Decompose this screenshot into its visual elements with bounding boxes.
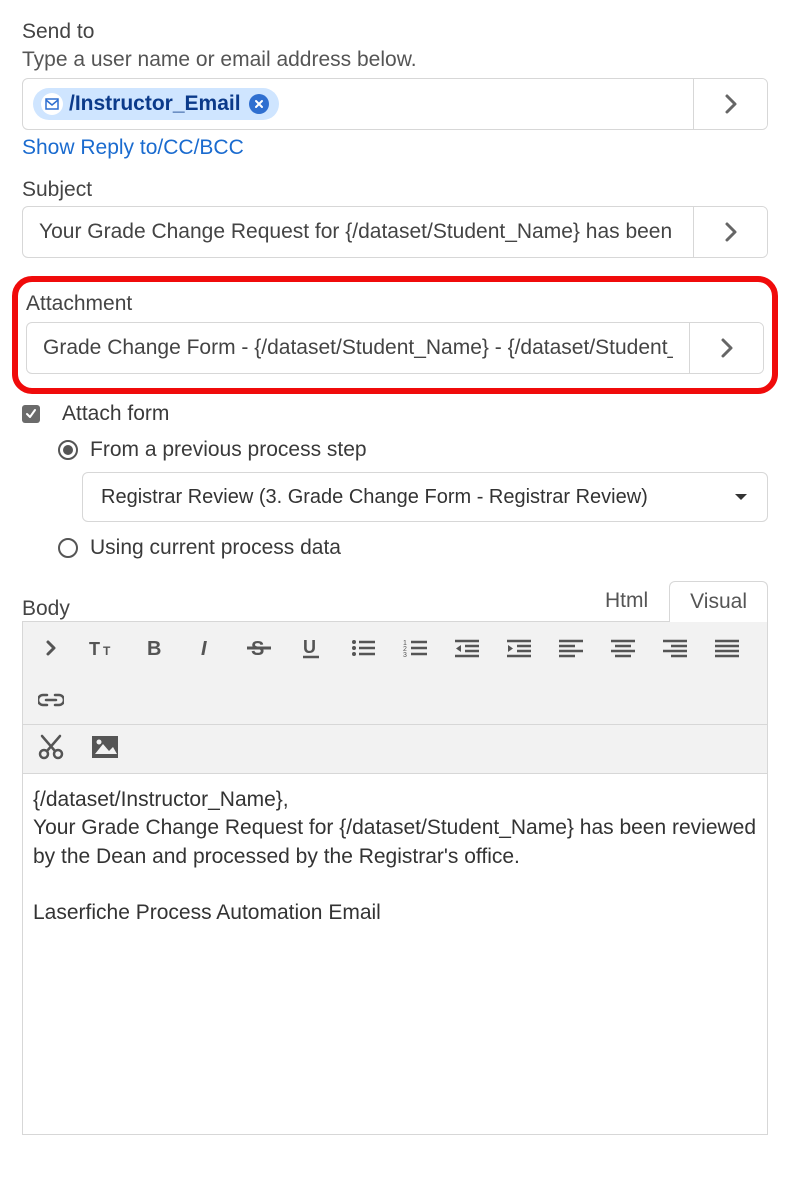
svg-text:3: 3 [403,652,407,658]
font-size-icon: TT [89,637,117,659]
underline-button[interactable]: U [295,632,327,664]
cut-button[interactable] [35,731,67,763]
outdent-icon [455,638,479,658]
link-icon [38,693,64,707]
radio-previous-step-row: From a previous process step [58,438,768,462]
editor-body[interactable]: {/dataset/Instructor_Name}, Your Grade C… [23,774,767,1134]
strikethrough-icon: S [247,637,271,659]
close-icon[interactable] [249,94,269,114]
bullet-list-icon [351,638,375,658]
send-to-block: Send to Type a user name or email addres… [22,20,768,160]
attach-form-checkbox-row: Attach form [22,402,768,426]
subject-input[interactable] [33,207,683,257]
numbered-list-button[interactable]: 123 [399,632,431,664]
italic-button[interactable]: I [191,632,223,664]
chevron-right-icon [45,638,57,658]
mail-icon [41,93,63,115]
attachment-input[interactable] [37,323,679,373]
subject-input-row [22,206,768,258]
strikethrough-button[interactable]: S [243,632,275,664]
radio-current-data-label: Using current process data [90,536,341,560]
align-justify-button[interactable] [711,632,743,664]
body-label: Body [22,597,70,621]
radio-previous-step[interactable] [58,440,78,460]
body-tabs: Html Visual [584,580,768,621]
recipient-chip-label: /Instructor_Email [69,92,241,116]
editor-toolbar: TT B I S U 123 [23,622,767,725]
body-line-3: Laserfiche Process Automation Email [33,899,757,927]
align-center-button[interactable] [607,632,639,664]
tab-html[interactable]: Html [584,580,669,621]
body-line-1: {/dataset/Instructor_Name}, [33,786,757,814]
image-icon [91,735,119,759]
bold-button[interactable]: B [139,632,171,664]
body-header: Body Html Visual [22,580,768,621]
attachment-highlight-frame: Attachment [12,276,778,394]
chevron-right-icon [724,221,738,243]
body-line-2: Your Grade Change Request for {/dataset/… [33,814,757,871]
radio-current-data-row: Using current process data [58,536,768,560]
svg-text:T: T [103,644,111,658]
svg-text:U: U [303,637,316,657]
underline-icon: U [301,636,321,660]
link-button[interactable] [35,684,67,716]
svg-text:B: B [147,638,161,659]
align-left-button[interactable] [555,632,587,664]
attachment-label: Attachment [26,292,764,316]
bold-icon: B [145,637,165,659]
expand-toolbar-button[interactable] [35,632,67,664]
chevron-right-icon [720,337,734,359]
send-to-label: Send to [22,20,768,44]
body-editor: TT B I S U 123 {/dataset/Instructor_Name… [22,621,768,1135]
previous-step-select[interactable]: Registrar Review (3. Grade Change Form -… [82,472,768,522]
attachment-input-row [26,322,764,374]
image-button[interactable] [89,731,121,763]
numbered-list-icon: 123 [403,638,427,658]
subject-block: Subject [22,178,768,258]
attach-form-checkbox-label: Attach form [62,402,169,426]
align-left-icon [559,638,583,658]
show-reply-link[interactable]: Show Reply to/CC/BCC [22,136,244,160]
align-right-icon [663,638,687,658]
outdent-button[interactable] [451,632,483,664]
align-right-button[interactable] [659,632,691,664]
send-to-input[interactable]: /Instructor_Email [23,79,693,129]
radio-previous-step-label: From a previous process step [90,438,367,462]
scissors-icon [38,734,64,760]
subject-expand-button[interactable] [693,207,767,257]
subject-label: Subject [22,178,768,202]
bullet-list-button[interactable] [347,632,379,664]
send-to-expand-button[interactable] [693,79,767,129]
send-to-input-row: /Instructor_Email [22,78,768,130]
chevron-right-icon [724,93,738,115]
attachment-expand-button[interactable] [689,323,763,373]
editor-toolbar-row2 [23,725,767,774]
caret-down-icon [733,492,749,502]
previous-step-select-value: Registrar Review (3. Grade Change Form -… [101,486,648,509]
recipient-chip[interactable]: /Instructor_Email [33,88,279,120]
align-center-icon [611,638,635,658]
align-justify-icon [715,638,739,658]
svg-text:I: I [201,638,207,659]
tab-visual[interactable]: Visual [669,581,768,622]
svg-text:T: T [89,639,100,659]
italic-icon: I [197,637,217,659]
send-to-help: Type a user name or email address below. [22,48,768,72]
attach-form-checkbox[interactable] [22,405,40,423]
indent-icon [507,638,531,658]
indent-button[interactable] [503,632,535,664]
radio-current-data[interactable] [58,538,78,558]
font-size-button[interactable]: TT [87,632,119,664]
